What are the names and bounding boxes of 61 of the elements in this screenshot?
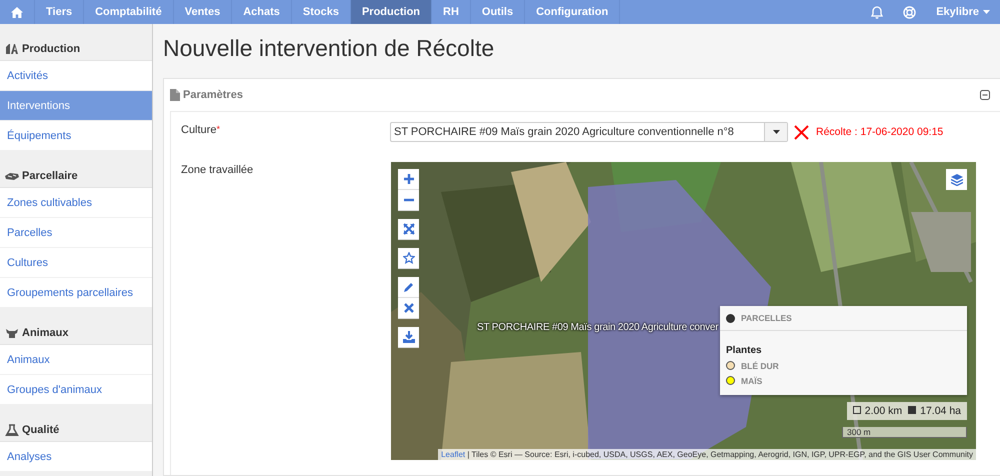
minus-button[interactable] [398, 190, 419, 211]
cow-icon [5, 327, 19, 339]
sidebar-item[interactable]: Équipements [0, 121, 152, 150]
collapse-icon[interactable] [980, 90, 990, 100]
sidebar-item[interactable]: Interventions [0, 91, 152, 120]
field-label: Culture* [181, 123, 221, 138]
fullscreen-button[interactable] [398, 219, 419, 240]
area-reading: 17.04 ha [908, 405, 961, 417]
nav-tab[interactable]: Ventes [174, 0, 232, 24]
sidebar-item[interactable]: Groupes d'animaux [0, 375, 152, 404]
page-title: Nouvelle intervention de Récolte [163, 35, 496, 63]
layers-icon [950, 174, 962, 186]
legend-label: MAÏS [741, 376, 762, 386]
pencil-button[interactable] [398, 277, 419, 298]
star-button[interactable] [398, 248, 419, 269]
sidebar-item[interactable]: Analyses [0, 442, 152, 471]
legend-label[interactable]: PARCELLES [741, 313, 792, 323]
sidebar-item[interactable]: Zones cultivables [0, 188, 152, 217]
nav-tab[interactable]: Configuration [525, 0, 620, 24]
section-title: Qualité [22, 424, 60, 436]
document-icon [170, 89, 180, 101]
length-reading: 2.00 km [852, 405, 902, 417]
error-icon [794, 124, 809, 140]
scale-bar: 300 m [842, 427, 967, 438]
legend-label: BLÉ DUR [741, 360, 779, 370]
sidebar-item[interactable]: Activités [0, 61, 152, 90]
sidebar-item[interactable]: Cultures [0, 248, 152, 277]
section-title: Production [22, 43, 80, 55]
close-icon [402, 302, 414, 314]
help-icon[interactable] [903, 6, 916, 18]
plus-icon [402, 173, 414, 185]
download-icon [402, 331, 414, 343]
star-icon [402, 252, 414, 264]
attribution-link[interactable]: Leaflet [441, 450, 466, 459]
nav-tab[interactable]: Outils [470, 0, 526, 24]
nav-tab[interactable]: Achats [232, 0, 292, 24]
map-attribution: Leaflet | Tiles © Esri — Source: Esri, i-cubed, USDA, USGS, AEX, GeoEye, Getmapping, Aerogrid, IGN, IGP, UPR-EGP, and the GIS User Community [438, 449, 976, 460]
field-label: Zone travaillée [181, 163, 254, 178]
error-message: Récolte : 17-06-2020 09:15 [816, 126, 944, 138]
close-button[interactable] [398, 298, 419, 319]
parcel-label: ST PORCHAIRE #09 Maïs grain 2020 Agriculture conver [477, 322, 718, 333]
download-button[interactable] [398, 327, 419, 348]
fullscreen-icon [402, 223, 414, 235]
legend-heading: Plantes [726, 345, 763, 356]
plus-button[interactable] [398, 169, 419, 190]
culture-select[interactable]: ST PORCHAIRE #09 Maïs grain 2020 Agriculture conventionnelle n°8 [390, 122, 788, 142]
home-icon[interactable] [11, 6, 23, 18]
sidebar-item[interactable]: Groupements parcellaires [0, 278, 152, 307]
nav-tab[interactable]: RH [432, 0, 471, 24]
section-title: Animaux [22, 327, 68, 339]
caret-icon [983, 10, 990, 14]
section-title: Parcellaire [22, 170, 78, 182]
user-menu[interactable]: Ekylibre [926, 0, 1000, 24]
flask-icon [5, 424, 19, 436]
panel-title: Paramètres [183, 89, 244, 101]
caret-icon [772, 130, 780, 134]
layers-button[interactable] [946, 169, 967, 190]
nav-tab[interactable]: Production [350, 0, 432, 24]
bell-icon[interactable] [871, 6, 884, 18]
sidebar-item[interactable]: Animaux [0, 345, 152, 374]
sidebar-item[interactable]: Parcelles [0, 218, 152, 247]
